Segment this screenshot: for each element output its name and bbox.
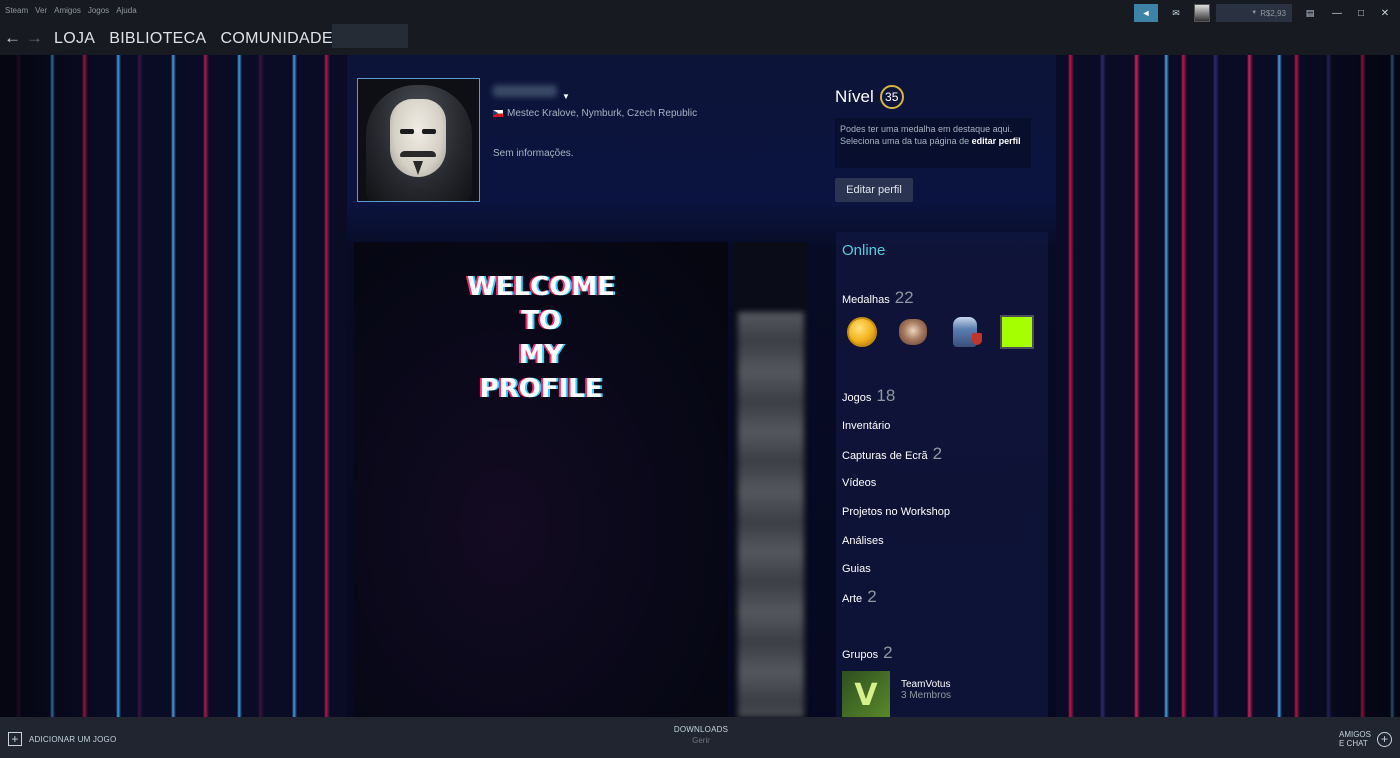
add-game-button[interactable]: + ADICIONAR UM JOGO — [8, 732, 116, 746]
group-name[interactable]: TeamVotus — [901, 679, 951, 690]
bottom-bar: + ADICIONAR UM JOGO DOWNLOADS Gerir AMIG… — [0, 717, 1400, 758]
minimize-icon[interactable]: — — [1328, 4, 1346, 22]
welcome-line: TO — [521, 306, 561, 336]
artwork-side-redacted — [738, 312, 804, 717]
videos-label: Vídeos — [842, 477, 877, 489]
level-badge[interactable]: 35 — [879, 85, 904, 109]
profile-avatar[interactable] — [357, 78, 480, 202]
games-label: Jogos — [842, 392, 872, 404]
group-item[interactable]: V TeamVotus 3 Membros — [842, 671, 951, 719]
screenshots-link[interactable]: Capturas de Ecrã 2 — [842, 444, 942, 464]
main-menu: Steam Ver Amigos Jogos Ajuda — [5, 6, 137, 15]
art-count: 2 — [867, 587, 877, 606]
plus-circle-icon: + — [1377, 731, 1392, 747]
edit-profile-button[interactable]: Editar perfil — [835, 178, 913, 202]
menu-friends[interactable]: Amigos — [54, 6, 81, 15]
badge-showcase-note: Podes ter uma medalha em destaque aqui. … — [835, 118, 1031, 168]
close-icon[interactable]: ✕ — [1376, 4, 1394, 22]
groups-link[interactable]: Grupos 2 — [842, 643, 893, 663]
profile-location: Mestec Kralove, Nymburk, Czech Republic — [493, 108, 697, 119]
downloads-label: DOWNLOADS — [673, 725, 729, 734]
friends-label-line1: AMIGOS — [1338, 730, 1371, 739]
menu-games[interactable]: Jogos — [88, 6, 109, 15]
screenshots-label: Capturas de Ecrã — [842, 450, 928, 462]
group-logo: V — [842, 671, 890, 719]
location-text: Mestec Kralove, Nymburk, Czech Republic — [507, 108, 698, 119]
online-status: Online — [842, 242, 886, 259]
reviews-label: Análises — [842, 535, 884, 547]
badge-knight[interactable] — [946, 313, 984, 351]
badges-label: Medalhas — [842, 294, 890, 306]
nav-community[interactable]: COMUNIDADE — [220, 30, 332, 48]
dropdown-caret-icon[interactable]: ▼ — [562, 92, 570, 101]
maximize-icon[interactable]: □ — [1352, 4, 1370, 22]
inventory-label: Inventário — [842, 420, 891, 432]
notifications-icon[interactable]: ✉ — [1164, 4, 1188, 22]
profile-name-redacted[interactable] — [493, 85, 557, 97]
nav-bar: ← → LOJA BIBLIOTECA COMUNIDADE — [0, 24, 1400, 55]
announcement-icon[interactable]: ◄ — [1134, 4, 1158, 22]
add-game-label: ADICIONAR UM JOGO — [29, 734, 117, 744]
profile-summary: Sem informações. — [493, 148, 574, 159]
group-members: 3 Membros — [901, 690, 952, 701]
menu-help[interactable]: Ajuda — [116, 6, 136, 15]
artwork-showcase[interactable]: WELCOME TO MY PROFILE — [354, 242, 728, 717]
badge-green[interactable] — [998, 313, 1036, 351]
nav-store[interactable]: LOJA — [54, 30, 95, 48]
welcome-line: MY — [518, 340, 564, 370]
reviews-link[interactable]: Análises — [842, 535, 884, 547]
profile-level: Nível 35 — [835, 85, 904, 109]
art-link[interactable]: Arte 2 — [842, 587, 877, 607]
art-label: Arte — [842, 593, 863, 605]
games-count: 18 — [876, 386, 896, 405]
downloads-button[interactable]: DOWNLOADS Gerir — [650, 725, 752, 745]
badges-link[interactable]: Medalhas 22 — [842, 288, 914, 308]
nav-username-redacted[interactable] — [332, 24, 408, 48]
background-stripes-right — [1056, 55, 1400, 717]
badge-wreath[interactable] — [894, 313, 932, 351]
menu-view[interactable]: Ver — [35, 6, 47, 15]
forward-arrow-icon[interactable]: → — [26, 28, 43, 48]
videos-link[interactable]: Vídeos — [842, 477, 876, 489]
plus-icon: + — [8, 732, 22, 746]
nav-library[interactable]: BIBLIOTECA — [109, 30, 206, 48]
big-picture-icon[interactable]: ▤ — [1298, 4, 1322, 22]
friends-label-line2: E CHAT — [1338, 739, 1368, 748]
friends-chat-button[interactable]: AMIGOS E CHAT + — [1339, 730, 1392, 748]
groups-label: Grupos — [842, 649, 879, 661]
groups-count: 2 — [883, 643, 893, 662]
guides-label: Guias — [842, 563, 871, 575]
czech-flag-icon — [493, 110, 503, 117]
menu-steam[interactable]: Steam — [5, 6, 28, 15]
inventory-link[interactable]: Inventário — [842, 420, 890, 432]
dropdown-caret-icon: ▼ — [1251, 10, 1258, 16]
menu-bar: Steam Ver Amigos Jogos Ajuda ◄ ✉ ▼ R$2,9… — [0, 0, 1400, 24]
back-arrow-icon[interactable]: ← — [4, 28, 21, 48]
screenshots-count: 2 — [932, 444, 943, 463]
guides-link[interactable]: Guias — [842, 563, 871, 575]
nav-links: LOJA BIBLIOTECA COMUNIDADE — [54, 30, 333, 48]
games-link[interactable]: Jogos 18 — [842, 386, 895, 406]
artwork-side-panel[interactable] — [734, 242, 808, 717]
welcome-text: WELCOME TO MY PROFILE — [354, 270, 728, 406]
background-stripes-left — [0, 55, 347, 717]
account-avatar[interactable] — [1194, 4, 1210, 22]
workshop-link[interactable]: Projetos no Workshop — [842, 506, 950, 518]
workshop-label: Projetos no Workshop — [842, 506, 951, 518]
account-menu[interactable]: ▼ R$2,93 — [1216, 4, 1292, 22]
welcome-line: WELCOME — [467, 272, 615, 302]
downloads-status: Gerir — [692, 736, 710, 745]
wallet-balance: R$2,93 — [1260, 8, 1286, 18]
badge-coin[interactable] — [843, 313, 881, 351]
welcome-line: PROFILE — [479, 374, 603, 404]
badges-count: 22 — [894, 288, 914, 307]
title-controls: ◄ ✉ ▼ R$2,93 ▤ — □ ✕ — [1134, 2, 1400, 24]
level-label: Nível — [835, 87, 874, 106]
edit-profile-link[interactable]: editar perfil — [972, 136, 1021, 146]
